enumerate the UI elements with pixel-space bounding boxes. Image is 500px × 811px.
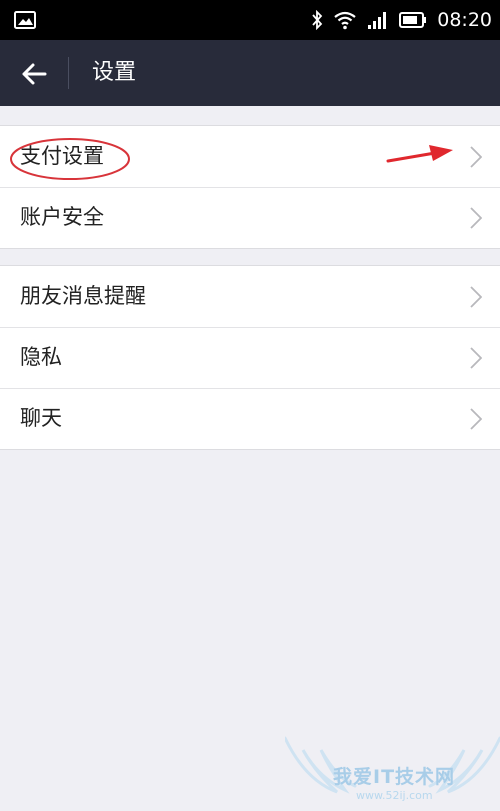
settings-item-privacy[interactable]: 隐私 <box>0 327 500 388</box>
settings-item-friend-notifications[interactable]: 朋友消息提醒 <box>0 266 500 327</box>
settings-screen: 08:20 设置 支付设置 账户安全 朋友消息提醒 隐私 聊天 我爱IT技术网 … <box>0 0 500 811</box>
settings-group-2: 朋友消息提醒 隐私 聊天 <box>0 265 500 450</box>
image-icon <box>14 11 36 29</box>
settings-item-label: 朋友消息提醒 <box>20 284 146 308</box>
status-icons: 08:20 <box>311 0 492 40</box>
chevron-right-icon <box>470 146 482 168</box>
chevron-right-icon <box>470 347 482 369</box>
chevron-right-icon <box>470 286 482 308</box>
settings-item-account-security[interactable]: 账户安全 <box>0 187 500 248</box>
settings-item-label: 支付设置 <box>20 144 104 168</box>
settings-item-label: 账户安全 <box>20 205 104 229</box>
back-button[interactable] <box>14 54 54 94</box>
back-arrow-icon <box>22 63 47 85</box>
page-title: 设置 <box>92 60 137 85</box>
settings-item-payment[interactable]: 支付设置 <box>0 126 500 187</box>
settings-item-chat[interactable]: 聊天 <box>0 388 500 449</box>
signal-icon <box>368 12 387 29</box>
title-divider <box>68 57 69 89</box>
battery-icon <box>399 12 427 28</box>
chevron-right-icon <box>470 408 482 430</box>
bluetooth-icon <box>312 10 323 30</box>
chevron-right-icon <box>470 207 482 229</box>
watermark-url: www.52ij.com <box>356 789 433 802</box>
settings-group-1: 支付设置 账户安全 <box>0 125 500 249</box>
wifi-icon <box>334 11 356 30</box>
watermark-text: 我爱IT技术网 <box>333 766 456 788</box>
title-bar: 设置 <box>0 40 500 106</box>
status-time: 08:20 <box>437 9 492 31</box>
settings-item-label: 聊天 <box>20 406 62 430</box>
status-bar: 08:20 <box>0 0 500 40</box>
settings-item-label: 隐私 <box>20 345 62 369</box>
